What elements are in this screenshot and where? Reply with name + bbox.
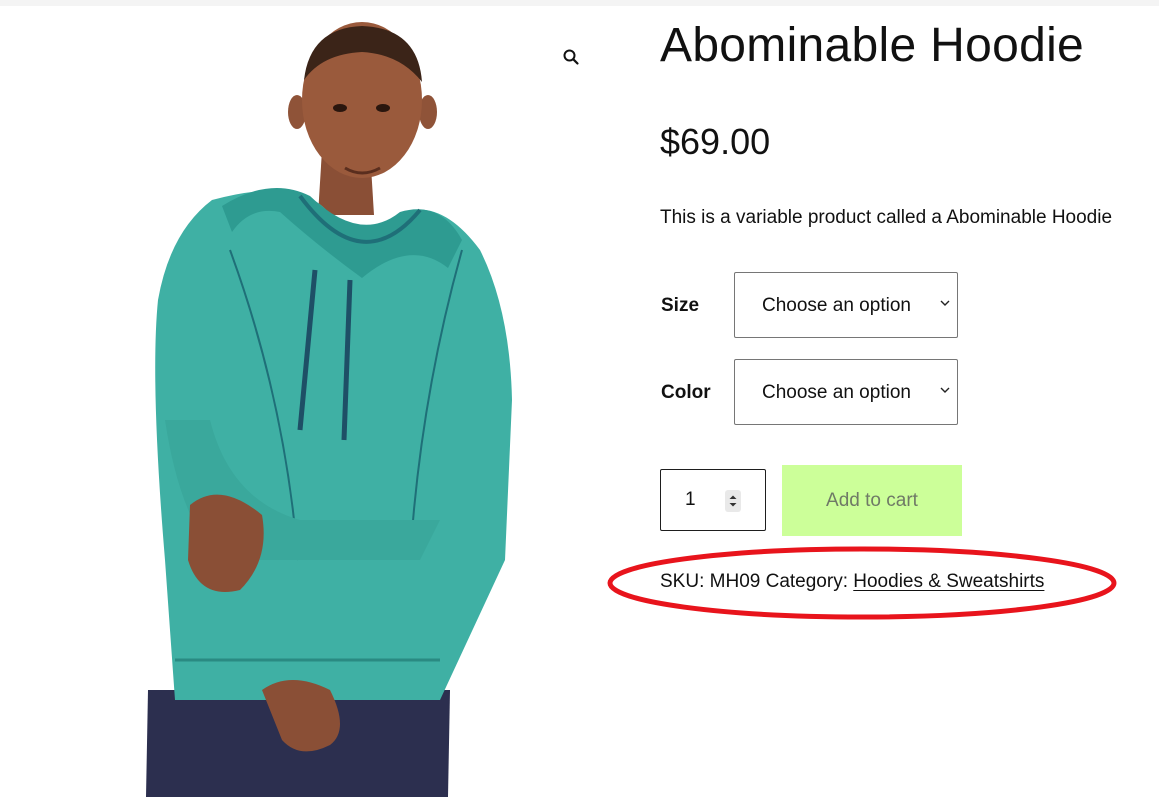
sku-label: SKU: bbox=[660, 571, 705, 592]
product-gallery bbox=[0, 6, 600, 797]
product-meta: SKU: MH09 Category: Hoodies & Sweatshirt… bbox=[660, 570, 1044, 594]
chevron-down-icon bbox=[940, 300, 950, 306]
color-select[interactable]: Choose an option bbox=[734, 359, 958, 425]
magnifier-icon bbox=[563, 49, 579, 65]
chevron-down-icon bbox=[940, 387, 950, 393]
product-price: $69.00 bbox=[660, 121, 771, 162]
category-link[interactable]: Hoodies & Sweatshirts bbox=[853, 571, 1044, 592]
size-label: Size bbox=[661, 295, 700, 316]
quantity-stepper[interactable] bbox=[725, 490, 741, 512]
color-label: Color bbox=[661, 382, 711, 403]
quantity-value: 1 bbox=[685, 489, 696, 510]
zoom-button[interactable] bbox=[558, 44, 584, 70]
size-select-value: Choose an option bbox=[762, 295, 911, 316]
product-title: Abominable Hoodie bbox=[660, 19, 1085, 72]
size-select[interactable]: Choose an option bbox=[734, 272, 958, 338]
add-to-cart-button[interactable]: Add to cart bbox=[782, 465, 962, 536]
product-image[interactable] bbox=[0, 6, 600, 797]
category-label: Category: bbox=[765, 571, 848, 592]
color-select-value: Choose an option bbox=[762, 382, 911, 403]
variation-row-color: Color Choose an option bbox=[660, 359, 960, 427]
quantity-input[interactable]: 1 bbox=[660, 469, 766, 531]
variation-row-size: Size Choose an option bbox=[660, 272, 960, 340]
sku-value: MH09 bbox=[709, 571, 761, 592]
product-description: This is a variable product called a Abom… bbox=[660, 207, 1113, 228]
